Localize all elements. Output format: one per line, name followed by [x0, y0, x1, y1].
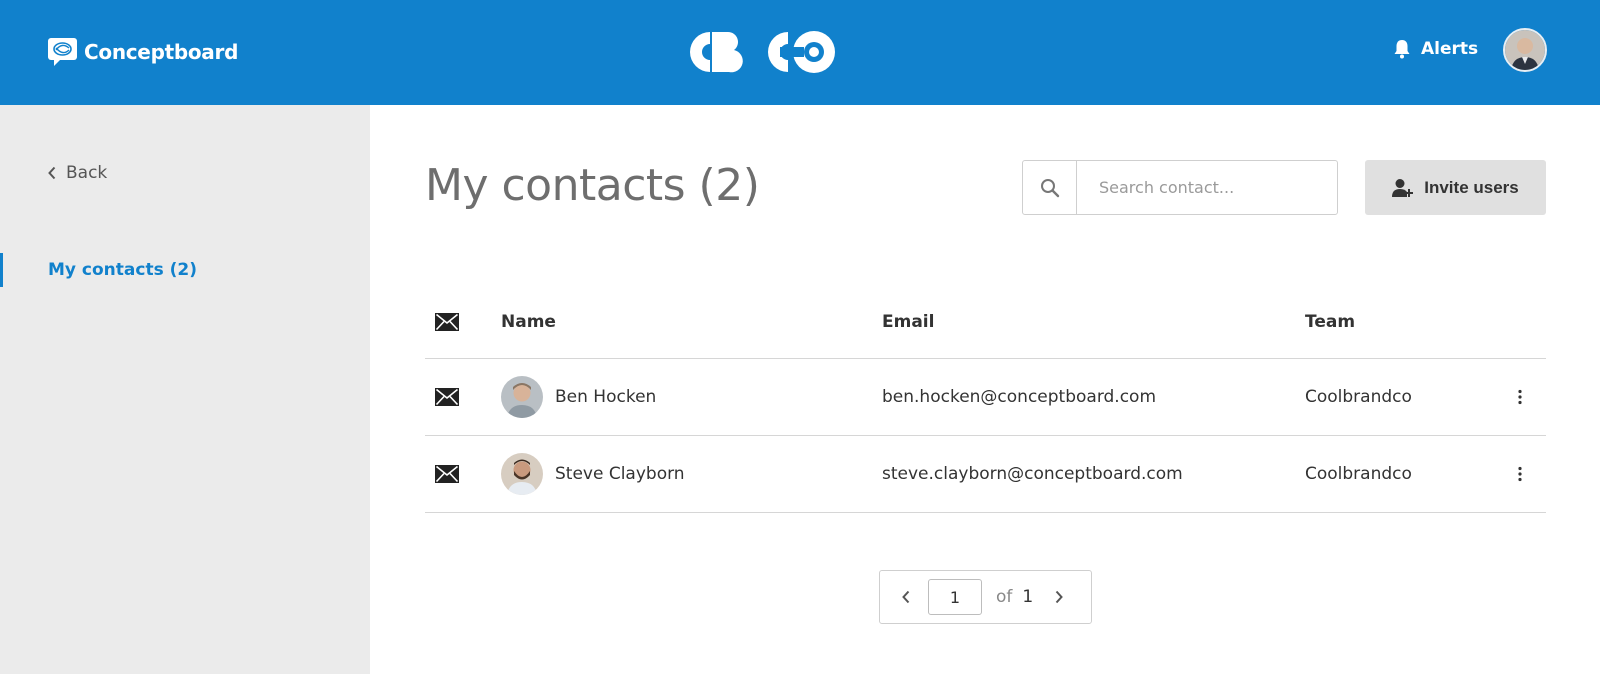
- contact-name-cell: Ben Hocken: [501, 359, 656, 435]
- back-label: Back: [66, 163, 108, 183]
- invite-users-button[interactable]: Invite users: [1365, 160, 1546, 215]
- search-input[interactable]: [1077, 161, 1337, 214]
- bell-icon: [1394, 40, 1410, 59]
- contact-avatar: [501, 453, 543, 495]
- brand-name: Conceptboard: [84, 40, 239, 64]
- add-user-icon: [1392, 178, 1414, 197]
- search-icon: [1040, 178, 1059, 197]
- mail-icon[interactable]: [435, 388, 459, 406]
- contact-name[interactable]: Steve Clayborn: [555, 464, 685, 484]
- contact-name-cell: Steve Clayborn: [501, 436, 685, 512]
- back-link[interactable]: Back: [47, 163, 107, 183]
- page-title: My contacts (2): [425, 160, 760, 211]
- contact-email: steve.clayborn@conceptboard.com: [882, 464, 1183, 484]
- sidebar-item-label: My contacts (2): [48, 260, 197, 280]
- alerts-button[interactable]: Alerts: [1393, 36, 1478, 62]
- page-number-input[interactable]: [928, 579, 982, 615]
- table-row: Ben Hocken ben.hocken@conceptboard.com C…: [425, 359, 1546, 436]
- sidebar: Back My contacts (2): [0, 105, 370, 674]
- sidebar-item-my-contacts[interactable]: My contacts (2): [0, 253, 370, 287]
- search-box: [1022, 160, 1338, 215]
- user-avatar[interactable]: [1503, 28, 1547, 72]
- mail-icon[interactable]: [435, 312, 459, 331]
- header-mail-cell: [435, 285, 459, 358]
- more-vertical-icon[interactable]: [1517, 466, 1523, 482]
- table-header: Name Email Team: [425, 285, 1546, 359]
- table-row: Steve Clayborn steve.clayborn@conceptboa…: [425, 436, 1546, 513]
- row-more-cell: [1505, 359, 1535, 435]
- contact-name[interactable]: Ben Hocken: [555, 387, 656, 407]
- pagination: of 1: [879, 570, 1092, 624]
- row-mail-cell: [435, 436, 459, 512]
- page-total: 1: [1022, 587, 1034, 607]
- mail-icon[interactable]: [435, 465, 459, 483]
- conceptboard-logo-icon: [48, 38, 77, 66]
- contact-avatar: [501, 376, 543, 418]
- contacts-table: Name Email Team Ben Hocken ben.hocken@co…: [425, 285, 1546, 513]
- invite-users-label: Invite users: [1424, 177, 1519, 197]
- row-mail-cell: [435, 359, 459, 435]
- page-of-label: of: [996, 587, 1013, 607]
- alerts-label: Alerts: [1421, 39, 1479, 59]
- chevron-left-icon[interactable]: [900, 589, 912, 605]
- column-header-email[interactable]: Email: [882, 285, 934, 358]
- active-indicator: [0, 253, 3, 287]
- contact-team: Coolbrandco: [1305, 464, 1412, 484]
- column-header-team[interactable]: Team: [1305, 285, 1355, 358]
- user-avatar-image: [1505, 30, 1545, 70]
- top-header: Conceptboard Alerts: [0, 0, 1600, 105]
- chevron-left-icon: [48, 166, 56, 180]
- row-more-cell: [1505, 436, 1535, 512]
- cbco-logo: [690, 31, 835, 73]
- contact-team: Coolbrandco: [1305, 387, 1412, 407]
- chevron-right-icon[interactable]: [1053, 589, 1065, 605]
- more-vertical-icon[interactable]: [1517, 389, 1523, 405]
- brand-logo[interactable]: Conceptboard: [47, 36, 238, 68]
- search-icon-wrap: [1023, 161, 1077, 214]
- column-header-name[interactable]: Name: [501, 285, 556, 358]
- contact-email: ben.hocken@conceptboard.com: [882, 387, 1157, 407]
